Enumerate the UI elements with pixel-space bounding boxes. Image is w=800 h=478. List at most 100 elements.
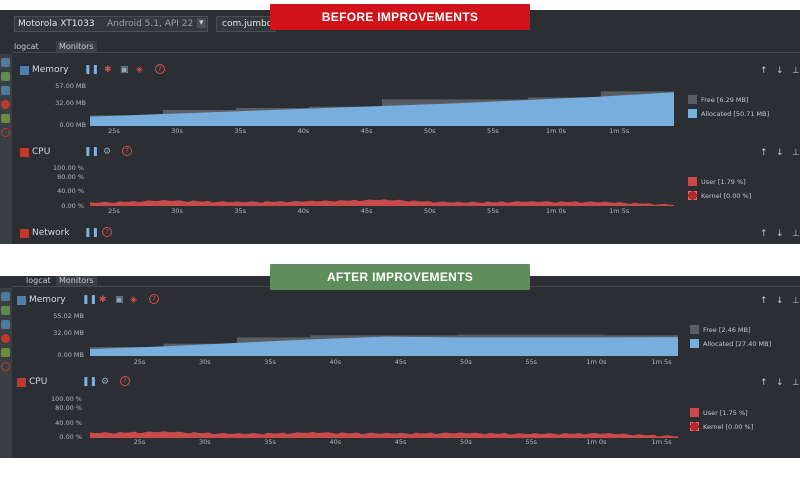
- pause-icon[interactable]: ❚❚: [82, 377, 97, 387]
- x-tick-label: 25s: [133, 438, 146, 446]
- x-tick-label: 45s: [360, 127, 373, 135]
- side-toolbar: [0, 54, 12, 244]
- pause-icon[interactable]: ❚❚: [82, 295, 97, 305]
- minimize-icon[interactable]: ⊥: [792, 378, 800, 388]
- tab-monitors[interactable]: Monitors: [56, 276, 97, 286]
- device-detail: Android 5.1, API 22: [107, 19, 194, 29]
- cpu-icon: [17, 378, 26, 387]
- cpu-user-area: [90, 199, 674, 206]
- cpu-y-tick: 0.00 %: [61, 202, 84, 210]
- x-tick-label: 25s: [108, 207, 120, 215]
- minimize-icon[interactable]: ⊥: [792, 229, 800, 239]
- memory-allocated-area: [90, 92, 674, 126]
- x-tick-label: 45s: [394, 358, 407, 366]
- help-icon[interactable]: [1, 362, 10, 371]
- cpu-y-tick: 40.00 %: [55, 419, 82, 427]
- legend-user: User [1.79 %]: [701, 178, 746, 186]
- memory-chart-after: [90, 334, 678, 356]
- x-tick-label: 50s: [460, 438, 472, 446]
- gc-icon[interactable]: [1, 348, 10, 357]
- legend-allocated-swatch: [690, 339, 699, 348]
- legend-kernel: Kernel [0.00 %]: [703, 423, 754, 431]
- pause-icon[interactable]: ❚❚: [84, 228, 99, 238]
- gc-icon[interactable]: [1, 114, 10, 123]
- x-tick-label: 50s: [423, 207, 436, 215]
- device-selector[interactable]: Motorola XT1033 Android 5.1, API 22 ▾: [14, 16, 208, 32]
- move-down-icon[interactable]: ↓: [776, 378, 784, 388]
- chevron-down-icon[interactable]: ▾: [197, 18, 206, 28]
- screenshot-icon[interactable]: [1, 58, 10, 67]
- allocation-tracking-icon[interactable]: ◈: [130, 295, 137, 305]
- method-trace-icon[interactable]: ⚙: [103, 147, 111, 157]
- legend-free: Free [6.29 MB]: [701, 96, 749, 104]
- after-banner: AFTER IMPROVEMENTS: [270, 264, 530, 290]
- gc-button-icon[interactable]: ✱: [99, 295, 107, 305]
- record-icon[interactable]: [1, 72, 10, 81]
- cpu-chart-after: [90, 431, 678, 438]
- cpu-y-tick: 100.00 %: [53, 164, 84, 172]
- tab-logcat[interactable]: logcat: [14, 42, 39, 51]
- after-panel: logcat Monitors Memory ❚❚ ✱ ▣ ◈ ? ↑ ↓ ⊥ …: [0, 276, 800, 458]
- move-down-icon[interactable]: ↓: [776, 148, 784, 158]
- network-icon: [20, 229, 29, 238]
- help-icon[interactable]: ?: [120, 376, 130, 386]
- pause-icon[interactable]: ❚❚: [84, 65, 99, 75]
- help-icon[interactable]: ?: [149, 294, 159, 304]
- x-tick-label: 1m 5s: [609, 207, 630, 215]
- x-tick-label: 55s: [487, 207, 499, 215]
- before-banner: BEFORE IMPROVEMENTS: [270, 4, 530, 30]
- move-up-icon[interactable]: ↑: [760, 148, 768, 158]
- help-icon[interactable]: ?: [155, 64, 165, 74]
- memory-allocated-area: [90, 336, 678, 356]
- layout-icon[interactable]: [1, 86, 10, 95]
- move-up-icon[interactable]: ↑: [760, 229, 768, 239]
- before-panel: Motorola XT1033 Android 5.1, API 22 ▾ co…: [0, 10, 800, 244]
- app-selector[interactable]: com.jumbo: [216, 16, 276, 32]
- legend-free: Free [2.46 MB]: [703, 326, 751, 334]
- pause-icon[interactable]: ❚❚: [84, 147, 99, 157]
- help-icon[interactable]: [1, 128, 10, 137]
- x-tick-label: 1m 0s: [586, 358, 607, 366]
- move-up-icon[interactable]: ↑: [760, 66, 768, 76]
- x-tick-label: 30s: [171, 207, 183, 215]
- help-icon[interactable]: ?: [122, 146, 132, 156]
- x-tick-label: 45s: [394, 438, 407, 446]
- minimize-icon[interactable]: ⊥: [792, 148, 800, 158]
- move-down-icon[interactable]: ↓: [776, 66, 784, 76]
- memory-y-tick: 57.00 MB: [55, 82, 86, 90]
- gc-button-icon[interactable]: ✱: [104, 65, 112, 75]
- dump-heap-icon[interactable]: ▣: [120, 65, 129, 75]
- cpu-title: CPU: [29, 377, 48, 387]
- memory-y-tick: 55.02 MB: [53, 312, 84, 320]
- terminate-icon[interactable]: [1, 100, 10, 109]
- allocation-tracking-icon[interactable]: ◈: [136, 65, 143, 75]
- cpu-title: CPU: [32, 147, 51, 157]
- method-trace-icon[interactable]: ⚙: [101, 377, 109, 387]
- cpu-y-tick: 100.00 %: [51, 395, 82, 403]
- dump-heap-icon[interactable]: ▣: [115, 295, 124, 305]
- move-down-icon[interactable]: ↓: [776, 296, 784, 306]
- memory-icon: [20, 66, 29, 75]
- help-icon[interactable]: ?: [102, 227, 112, 237]
- minimize-icon[interactable]: ⊥: [792, 296, 800, 306]
- layout-icon[interactable]: [1, 320, 10, 329]
- cpu-icon: [20, 148, 29, 157]
- x-tick-label: 55s: [525, 358, 537, 366]
- move-up-icon[interactable]: ↑: [760, 378, 768, 388]
- cpu-y-tick: 0.00 %: [59, 433, 82, 441]
- terminate-icon[interactable]: [1, 334, 10, 343]
- screenshot-icon[interactable]: [1, 292, 10, 301]
- move-up-icon[interactable]: ↑: [760, 296, 768, 306]
- x-tick-label: 55s: [525, 438, 537, 446]
- memory-title: Memory: [29, 295, 66, 305]
- tab-logcat[interactable]: logcat: [26, 276, 51, 285]
- move-down-icon[interactable]: ↓: [776, 229, 784, 239]
- tab-monitors[interactable]: Monitors: [56, 41, 97, 52]
- legend-free-swatch: [688, 95, 697, 104]
- minimize-icon[interactable]: ⊥: [792, 66, 800, 76]
- x-tick-label: 35s: [234, 127, 247, 135]
- x-tick-label: 25s: [108, 127, 120, 135]
- x-tick-label: 1m 0s: [586, 438, 607, 446]
- record-icon[interactable]: [1, 306, 10, 315]
- x-tick-label: 30s: [198, 358, 211, 366]
